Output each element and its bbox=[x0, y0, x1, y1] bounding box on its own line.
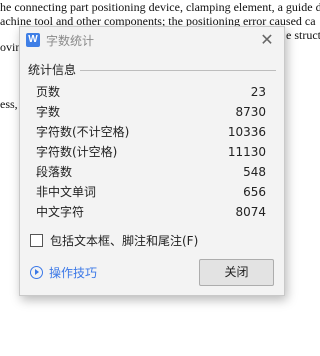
play-circle-icon[interactable] bbox=[30, 266, 43, 279]
stat-label: 页数 bbox=[36, 85, 61, 99]
dialog-title: 字数统计 bbox=[46, 34, 95, 48]
document-text-line: he connecting part positioning device, c… bbox=[0, 0, 320, 14]
close-button[interactable]: 关闭 bbox=[199, 259, 274, 286]
document-text-line: e struct bbox=[286, 28, 320, 42]
stat-row-words: 字数 8730 bbox=[36, 102, 266, 122]
stat-value: 11130 bbox=[227, 145, 266, 159]
stat-label: 字符数(计空格) bbox=[36, 145, 118, 159]
include-textboxes-label[interactable]: 包括文本框、脚注和尾注(F) bbox=[50, 232, 198, 249]
stat-label: 段落数 bbox=[36, 165, 73, 179]
section-title: 统计信息 bbox=[28, 61, 81, 78]
section-divider bbox=[80, 70, 276, 71]
stat-row-chars-with-spaces: 字符数(计空格) 11130 bbox=[36, 142, 266, 162]
stat-value: 548 bbox=[243, 165, 266, 179]
wps-writer-icon: W bbox=[26, 33, 40, 47]
stat-value: 8730 bbox=[235, 105, 266, 119]
include-textboxes-checkbox[interactable] bbox=[30, 233, 43, 247]
stat-value: 8074 bbox=[235, 205, 266, 219]
word-count-dialog: W 字数统计 ✕ 统计信息 页数 23 字数 8730 字符数(不计空格) 10… bbox=[19, 26, 285, 296]
stat-row-pages: 页数 23 bbox=[36, 82, 266, 102]
stat-label: 非中文单词 bbox=[36, 185, 97, 199]
include-textboxes-footnotes-option[interactable]: 包括文本框、脚注和尾注(F) bbox=[30, 232, 198, 248]
tips-link[interactable]: 操作技巧 bbox=[30, 264, 97, 281]
stat-label: 中文字符 bbox=[36, 205, 85, 219]
stat-value: 656 bbox=[243, 185, 266, 199]
close-icon[interactable]: ✕ bbox=[258, 31, 276, 49]
stat-row-chars-no-spaces: 字符数(不计空格) 10336 bbox=[36, 122, 266, 142]
stat-row-chinese-chars: 中文字符 8074 bbox=[36, 202, 266, 222]
stat-row-non-chinese-words: 非中文单词 656 bbox=[36, 182, 266, 202]
stat-value: 10336 bbox=[227, 125, 266, 139]
dialog-titlebar[interactable]: W 字数统计 ✕ bbox=[20, 27, 284, 53]
stat-row-paragraphs: 段落数 548 bbox=[36, 162, 266, 182]
stat-label: 字数 bbox=[36, 105, 61, 119]
stat-value: 23 bbox=[250, 85, 266, 99]
stat-label: 字符数(不计空格) bbox=[36, 125, 130, 139]
tips-link-label[interactable]: 操作技巧 bbox=[49, 264, 97, 281]
